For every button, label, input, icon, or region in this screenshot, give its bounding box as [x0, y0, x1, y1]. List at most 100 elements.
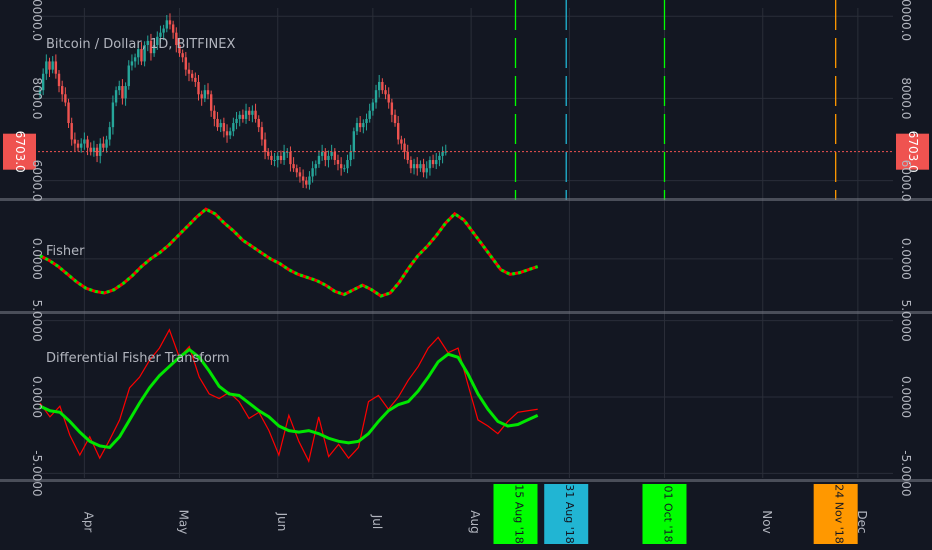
fisher-line-red[interactable]: [39, 207, 539, 298]
candle-body[interactable]: [76, 143, 80, 148]
candle-body[interactable]: [393, 114, 397, 124]
candle-body[interactable]: [187, 69, 191, 74]
candle-body[interactable]: [292, 164, 295, 169]
candle-body[interactable]: [343, 168, 346, 170]
candle-body[interactable]: [203, 90, 207, 99]
candle-body[interactable]: [387, 94, 390, 103]
candle-body[interactable]: [48, 61, 51, 70]
fisher-line[interactable]: [39, 207, 539, 298]
candle-body[interactable]: [260, 127, 264, 140]
candle-body[interactable]: [118, 86, 121, 91]
candle-body[interactable]: [124, 86, 127, 99]
candle-body[interactable]: [263, 139, 267, 152]
candle-body[interactable]: [358, 123, 362, 128]
candle-body[interactable]: [431, 160, 435, 165]
candle-body[interactable]: [232, 123, 235, 132]
candle-body[interactable]: [267, 151, 270, 156]
candle-body[interactable]: [111, 102, 115, 128]
candle-body[interactable]: [425, 168, 428, 173]
candle-body[interactable]: [241, 114, 245, 119]
candle-body[interactable]: [336, 160, 340, 165]
candle-body[interactable]: [438, 155, 441, 161]
candle-body[interactable]: [301, 176, 305, 181]
candle-body[interactable]: [213, 110, 216, 119]
candle-body[interactable]: [190, 73, 194, 78]
candle-body[interactable]: [60, 86, 64, 95]
candle-body[interactable]: [200, 94, 203, 99]
candle-body[interactable]: [308, 176, 311, 185]
candle-body[interactable]: [95, 147, 99, 156]
candle-body[interactable]: [314, 164, 317, 169]
candle-body[interactable]: [114, 90, 118, 103]
pane-separator[interactable]: [0, 198, 932, 201]
candle-body[interactable]: [365, 118, 368, 124]
candle-body[interactable]: [317, 155, 321, 165]
pane-separator[interactable]: [0, 479, 932, 482]
candle-body[interactable]: [254, 110, 257, 119]
candle-body[interactable]: [270, 155, 273, 161]
candle-body[interactable]: [216, 118, 219, 128]
candle-body[interactable]: [346, 160, 349, 169]
candle-body[interactable]: [222, 123, 226, 132]
candle-body[interactable]: [279, 155, 283, 161]
candle-body[interactable]: [244, 110, 248, 119]
candle-body[interactable]: [251, 110, 254, 115]
candle-body[interactable]: [64, 94, 67, 103]
candle-body[interactable]: [333, 151, 337, 161]
candle-body[interactable]: [295, 168, 298, 173]
candle-body[interactable]: [428, 160, 432, 169]
candle-body[interactable]: [311, 168, 314, 177]
pane-separator[interactable]: [0, 311, 932, 314]
candle-body[interactable]: [225, 131, 229, 136]
candle-body[interactable]: [298, 172, 302, 177]
candle-body[interactable]: [171, 24, 175, 33]
candle-body[interactable]: [368, 110, 371, 119]
candle-body[interactable]: [406, 151, 409, 161]
candle-body[interactable]: [352, 131, 356, 152]
candle-body[interactable]: [257, 118, 260, 128]
candle-body[interactable]: [377, 81, 381, 91]
candle-body[interactable]: [130, 61, 134, 66]
candle-body[interactable]: [51, 61, 54, 70]
candle-body[interactable]: [362, 123, 365, 128]
candle-body[interactable]: [374, 90, 378, 103]
candle-body[interactable]: [435, 160, 438, 165]
candle-body[interactable]: [235, 118, 238, 124]
candle-body[interactable]: [121, 86, 124, 99]
candle-body[interactable]: [229, 131, 232, 136]
candle-body[interactable]: [194, 77, 197, 82]
candle-body[interactable]: [99, 143, 102, 156]
candle-body[interactable]: [327, 155, 330, 161]
candle-body[interactable]: [381, 81, 384, 91]
candle-body[interactable]: [168, 20, 172, 25]
candle-body[interactable]: [238, 114, 241, 119]
candle-body[interactable]: [355, 123, 359, 132]
candle-body[interactable]: [184, 57, 188, 70]
candle-body[interactable]: [108, 127, 111, 140]
candle-body[interactable]: [73, 139, 77, 144]
candle-body[interactable]: [384, 90, 387, 95]
candle-body[interactable]: [181, 53, 184, 58]
candle-body[interactable]: [330, 151, 333, 156]
candle-body[interactable]: [105, 139, 108, 148]
pane-separators[interactable]: [0, 198, 932, 482]
differential-fisher-lines[interactable]: [39, 328, 539, 463]
candle-body[interactable]: [162, 28, 165, 33]
candle-body[interactable]: [416, 164, 419, 169]
candle-body[interactable]: [102, 143, 105, 148]
candle-body[interactable]: [400, 139, 403, 144]
candle-body[interactable]: [206, 90, 210, 95]
trading-chart[interactable]: 6703.0 6703.0 6000.0 6000.08000.0 8000.0100…: [0, 0, 932, 550]
candle-body[interactable]: [390, 102, 394, 115]
candle-body[interactable]: [248, 110, 251, 115]
candle-body[interactable]: [273, 160, 276, 162]
candle-body[interactable]: [282, 151, 286, 161]
candle-body[interactable]: [371, 102, 375, 111]
candle-body[interactable]: [349, 151, 352, 161]
candle-body[interactable]: [412, 164, 416, 169]
candle-body[interactable]: [305, 180, 308, 185]
candle-body[interactable]: [83, 139, 86, 144]
candle-body[interactable]: [127, 65, 130, 87]
candle-body[interactable]: [80, 143, 83, 148]
candle-body[interactable]: [276, 155, 279, 161]
